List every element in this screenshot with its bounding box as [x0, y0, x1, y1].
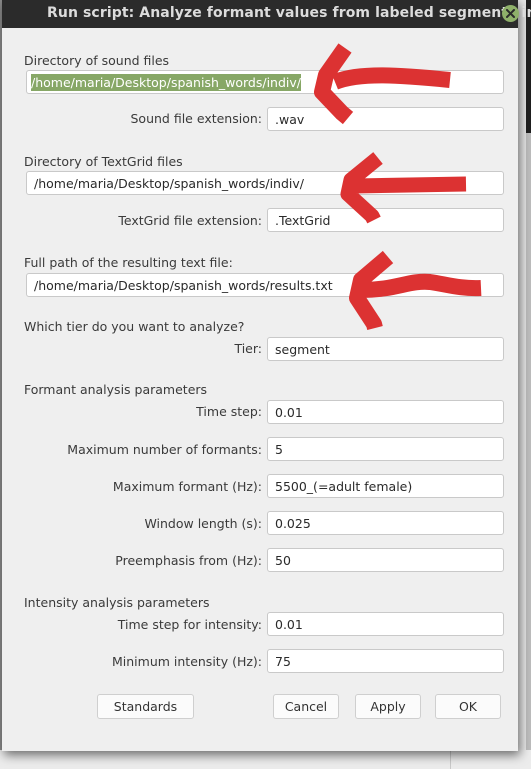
annotation-arrows-layer [314, 43, 482, 332]
annotation-arrow-sound-dir [314, 43, 451, 125]
annotation-arrow-textgrid-dir [340, 152, 467, 224]
annotation-arrow-result-path [349, 250, 482, 332]
